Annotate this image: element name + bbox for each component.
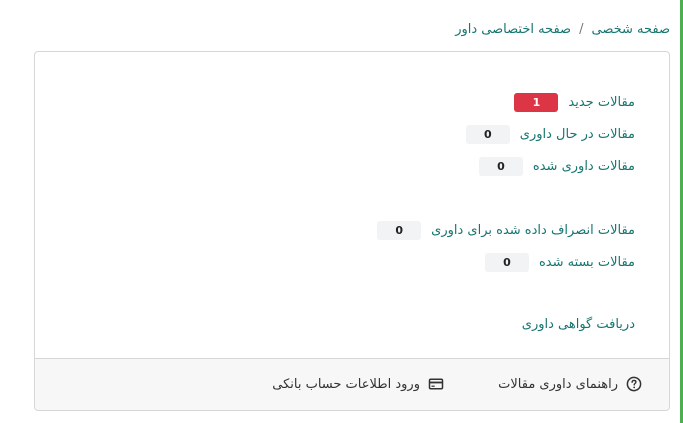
bank-account-label: ورود اطلاعات حساب بانکی: [272, 376, 420, 392]
page: صفحه شخصی / صفحه اختصاصی داور مقالات جدید …: [0, 0, 683, 423]
breadcrumb-item-reviewer-page[interactable]: صفحه اختصاصی داور: [455, 22, 571, 37]
bank-account-link[interactable]: ورود اطلاعات حساب بانکی: [272, 376, 444, 392]
breadcrumb-item-profile[interactable]: صفحه شخصی: [591, 22, 670, 37]
stat-row-new-articles: مقالات جدید 1: [514, 93, 635, 112]
reviewer-dashboard-card: مقالات جدید 1 مقالات در حال داوری 0 مقال…: [34, 51, 670, 411]
reviewer-guide-label: راهنمای داوری مقالات: [498, 376, 618, 392]
question-circle-icon: [626, 376, 642, 392]
card-body: مقالات جدید 1 مقالات در حال داوری 0 مقال…: [35, 52, 669, 358]
stat-label-in-review-articles[interactable]: مقالات در حال داوری: [520, 127, 635, 142]
stat-label-reviewed-articles[interactable]: مقالات داوری شده: [533, 159, 635, 174]
breadcrumb: صفحه شخصی / صفحه اختصاصی داور: [455, 22, 670, 37]
card-footer: راهنمای داوری مقالات ورود اطلاعات حساب ب…: [35, 358, 669, 410]
stat-label-closed-articles[interactable]: مقالات بسته شده: [539, 255, 635, 270]
new-articles-count-badge: 1: [514, 93, 559, 112]
closed-articles-count-badge: 0: [484, 253, 529, 272]
breadcrumb-separator: /: [579, 22, 584, 37]
declined-articles-count-badge: 0: [377, 221, 422, 240]
stat-row-declined-articles: مقالات انصراف داده شده برای داوری 0: [377, 221, 635, 240]
credit-card-icon: [428, 376, 444, 392]
stat-row-closed-articles: مقالات بسته شده 0: [484, 253, 635, 272]
reviewer-guide-link[interactable]: راهنمای داوری مقالات: [498, 376, 642, 392]
in-review-articles-count-badge: 0: [465, 125, 510, 144]
stat-label-declined-articles[interactable]: مقالات انصراف داده شده برای داوری: [431, 223, 635, 238]
stat-row-in-review-articles: مقالات در حال داوری 0: [465, 125, 635, 144]
reviewed-articles-count-badge: 0: [478, 157, 523, 176]
certificate-row: دریافت گواهی داوری: [522, 317, 635, 332]
stat-row-reviewed-articles: مقالات داوری شده 0: [478, 157, 635, 176]
certificate-link[interactable]: دریافت گواهی داوری: [522, 317, 635, 332]
stat-label-new-articles[interactable]: مقالات جدید: [568, 95, 635, 110]
